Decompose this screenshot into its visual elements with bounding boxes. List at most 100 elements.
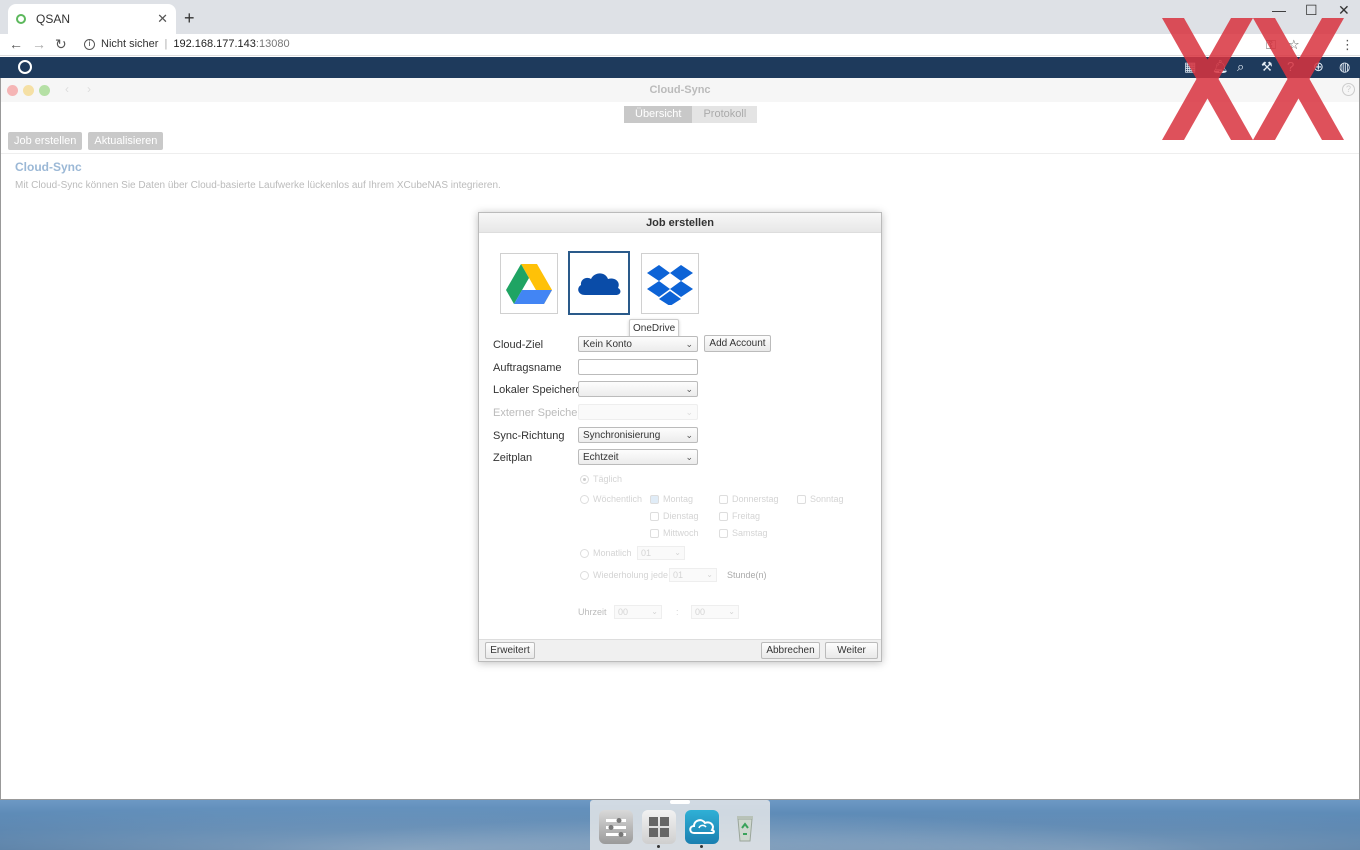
day-label: Samstag bbox=[732, 528, 768, 538]
chevron-down-icon: ⌄ bbox=[728, 607, 735, 616]
chevron-down-icon: ⌄ bbox=[685, 339, 693, 349]
job-name-label: Auftragsname bbox=[493, 362, 562, 374]
saturday-checkbox[interactable] bbox=[719, 529, 728, 538]
repeat-hours-value: 01 bbox=[673, 570, 684, 580]
job-name-input[interactable] bbox=[578, 359, 698, 375]
sunday-checkbox[interactable] bbox=[797, 495, 806, 504]
dialog-title: Job erstellen bbox=[479, 213, 881, 233]
new-tab-icon[interactable]: + bbox=[184, 8, 195, 29]
chevron-down-icon: ⌄ bbox=[685, 407, 693, 417]
url-port: :13080 bbox=[255, 38, 290, 50]
nas-header: ▦ 🔔︎ ⌕ ⚒ ? ⊕ ◍ bbox=[0, 57, 1360, 78]
wednesday-checkbox[interactable] bbox=[650, 529, 659, 538]
external-location-select[interactable]: ⌄ bbox=[578, 404, 698, 420]
onedrive-icon bbox=[578, 273, 621, 295]
back-icon[interactable]: ← bbox=[9, 36, 23, 52]
url-host: 192.168.177.143 bbox=[173, 38, 256, 50]
time-hour-value: 00 bbox=[618, 607, 629, 617]
provider-dropbox[interactable] bbox=[641, 253, 699, 314]
provider-google-drive[interactable] bbox=[500, 253, 558, 314]
sync-direction-label: Sync-Richtung bbox=[493, 430, 565, 442]
dock-handle[interactable] bbox=[670, 800, 690, 804]
maximize-icon[interactable]: ☐ bbox=[1305, 2, 1318, 19]
chevron-down-icon: ⌄ bbox=[685, 430, 693, 440]
app-center-icon[interactable] bbox=[642, 810, 676, 844]
xx-watermark-logo bbox=[1162, 18, 1344, 140]
browser-tab[interactable]: QSAN ✕ bbox=[8, 4, 176, 34]
browser-tab-bar: QSAN ✕ + — ☐ ✕ bbox=[0, 0, 1360, 34]
friday-checkbox[interactable] bbox=[719, 512, 728, 521]
day-label: Sonntag bbox=[810, 494, 844, 504]
cloud-target-select[interactable]: Kein Konto ⌄ bbox=[578, 336, 698, 352]
dialog-footer: Erweitert Abbrechen Weiter bbox=[479, 639, 881, 661]
provider-onedrive[interactable] bbox=[568, 251, 630, 315]
schedule-value: Echtzeit bbox=[583, 452, 619, 463]
app-tabs: Übersicht Protokoll bbox=[624, 106, 758, 123]
monday-checkbox[interactable] bbox=[650, 495, 659, 504]
running-indicator bbox=[657, 845, 660, 848]
dropbox-icon bbox=[647, 264, 693, 305]
create-job-button[interactable]: Job erstellen bbox=[8, 132, 83, 150]
add-account-button[interactable]: Add Account bbox=[704, 335, 771, 352]
monthly-radio[interactable] bbox=[580, 549, 589, 558]
app-toolbar: Job erstellen Aktualisieren bbox=[8, 132, 164, 150]
toolbar-divider bbox=[1, 153, 1359, 154]
time-hour-select[interactable]: 00 ⌄ bbox=[614, 605, 662, 619]
daily-label: Täglich bbox=[593, 474, 623, 484]
advanced-button[interactable]: Erweitert bbox=[485, 642, 535, 659]
cloud-sync-app-icon[interactable] bbox=[685, 810, 719, 844]
close-window-icon[interactable]: ✕ bbox=[1338, 2, 1350, 19]
repeat-hours-select[interactable]: 01 ⌄ bbox=[669, 568, 717, 582]
day-label: Freitag bbox=[732, 511, 761, 521]
thursday-checkbox[interactable] bbox=[719, 495, 728, 504]
day-label: Dienstag bbox=[663, 511, 699, 521]
section-description: Mit Cloud-Sync können Sie Daten über Clo… bbox=[15, 180, 501, 191]
recycle-bin-icon[interactable] bbox=[728, 810, 762, 844]
minimize-icon[interactable]: — bbox=[1272, 2, 1286, 18]
reload-icon[interactable]: ↻ bbox=[55, 36, 67, 53]
repeat-radio[interactable] bbox=[580, 571, 589, 580]
time-separator: : bbox=[676, 607, 679, 617]
next-button[interactable]: Weiter bbox=[825, 642, 878, 659]
tab-log[interactable]: Protokoll bbox=[692, 106, 758, 123]
chevron-down-icon: ⌄ bbox=[685, 452, 693, 462]
schedule-select[interactable]: Echtzeit ⌄ bbox=[578, 449, 698, 465]
cloud-target-label: Cloud-Ziel bbox=[493, 339, 544, 351]
weekly-radio[interactable] bbox=[580, 495, 589, 504]
control-panel-icon[interactable] bbox=[599, 810, 633, 844]
monthly-day-value: 01 bbox=[641, 548, 652, 558]
time-minute-value: 00 bbox=[695, 607, 706, 617]
address-bar: ← → ↻ i Nicht sicher | 192.168.177.143 :… bbox=[0, 34, 1360, 56]
google-drive-icon bbox=[506, 263, 552, 304]
chevron-down-icon: ⌄ bbox=[674, 548, 681, 557]
url-field[interactable]: i Nicht sicher | 192.168.177.143 :13080 bbox=[84, 38, 290, 50]
time-label: Uhrzeit bbox=[578, 607, 607, 617]
refresh-button[interactable]: Aktualisieren bbox=[88, 132, 164, 150]
hours-unit-label: Stunde(n) bbox=[727, 570, 767, 580]
cancel-button[interactable]: Abbrechen bbox=[761, 642, 820, 659]
weekly-label: Wöchentlich bbox=[593, 494, 643, 504]
qsan-logo-icon[interactable] bbox=[18, 60, 32, 74]
chevron-down-icon: ⌄ bbox=[651, 607, 658, 616]
tab-overview[interactable]: Übersicht bbox=[624, 106, 693, 123]
chevron-down-icon: ⌄ bbox=[685, 384, 693, 394]
info-icon[interactable]: i bbox=[84, 38, 95, 50]
cloud-target-value: Kein Konto bbox=[583, 339, 632, 350]
schedule-label: Zeitplan bbox=[493, 452, 533, 464]
tuesday-checkbox[interactable] bbox=[650, 512, 659, 521]
monthly-day-select[interactable]: 01 ⌄ bbox=[637, 546, 685, 560]
daily-radio[interactable] bbox=[580, 475, 589, 484]
day-label: Donnerstag bbox=[732, 494, 779, 504]
app-title: Cloud-Sync bbox=[649, 84, 711, 96]
app-titlebar: ‹ › Cloud-Sync ? bbox=[1, 78, 1359, 102]
time-minute-select[interactable]: 00 ⌄ bbox=[691, 605, 739, 619]
local-location-select[interactable]: ⌄ bbox=[578, 381, 698, 397]
forward-icon[interactable]: → bbox=[32, 36, 46, 52]
chevron-down-icon: ⌄ bbox=[706, 570, 713, 579]
section-title: Cloud-Sync bbox=[15, 160, 82, 174]
repeat-label: Wiederholung jede bbox=[593, 570, 669, 580]
local-location-label: Lokaler Speicherort bbox=[493, 384, 589, 396]
sync-direction-select[interactable]: Synchronisierung ⌄ bbox=[578, 427, 698, 443]
url-separator: | bbox=[164, 38, 168, 50]
close-tab-icon[interactable]: ✕ bbox=[157, 11, 168, 27]
